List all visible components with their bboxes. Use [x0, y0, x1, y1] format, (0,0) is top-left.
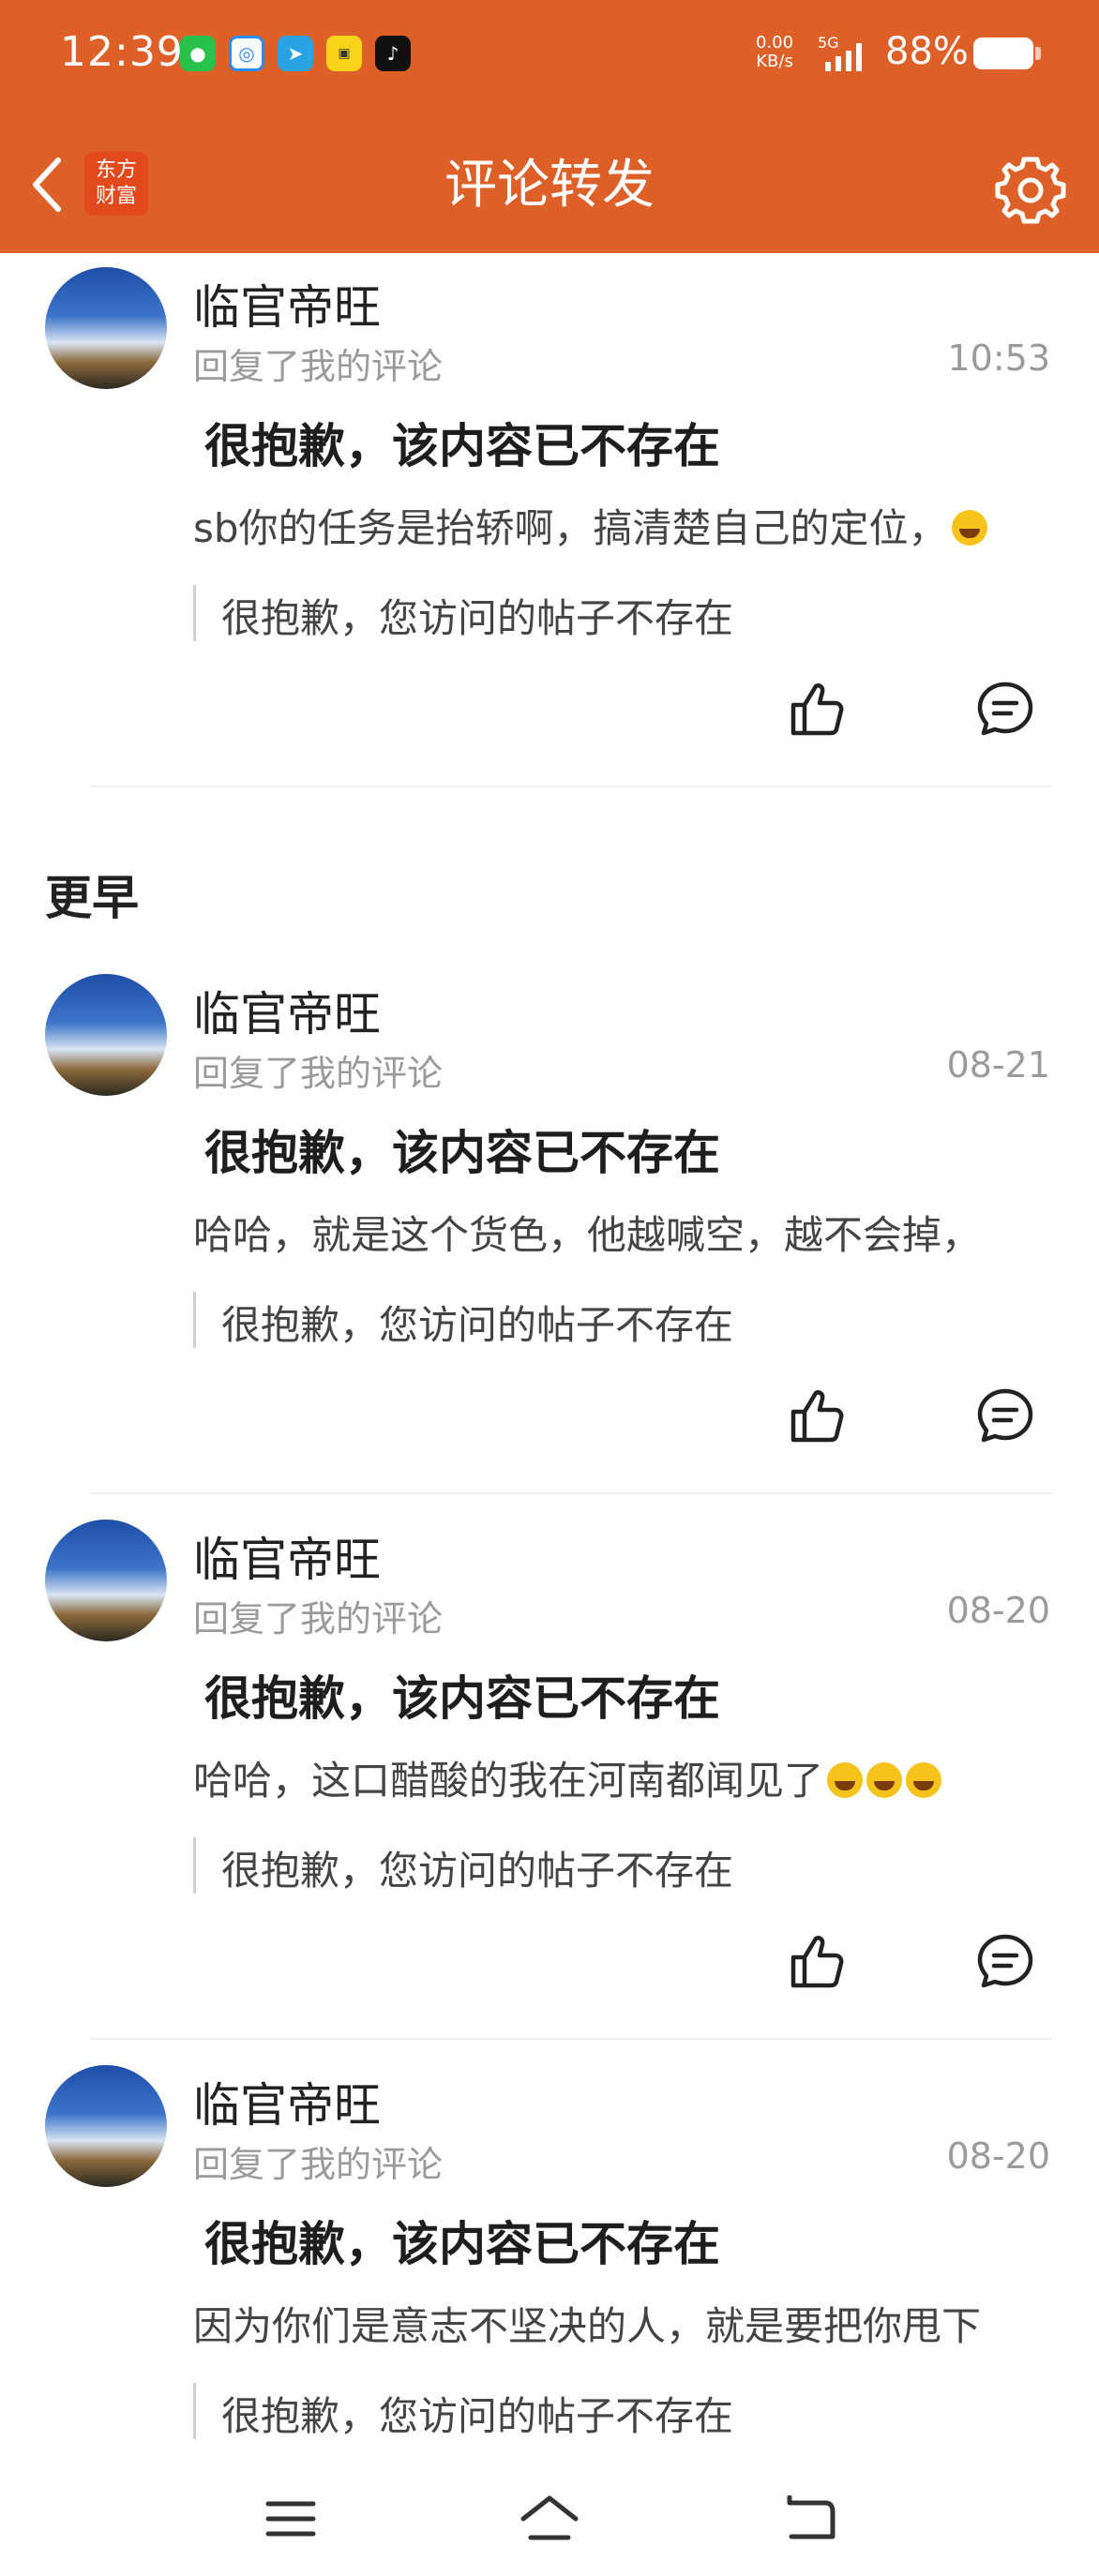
menu-icon — [265, 2501, 316, 2537]
comment-text[interactable]: sb你的任务是抬轿啊，搞清楚自己的定位， — [193, 497, 1056, 554]
like-button[interactable] — [782, 675, 850, 742]
avatar[interactable] — [45, 974, 167, 1096]
qq-browser-icon: ◎ — [229, 36, 264, 71]
thumbs-up-icon — [790, 1936, 844, 1988]
logo-line2: 财富 — [95, 185, 137, 208]
divider — [90, 2038, 1052, 2040]
page-title: 评论转发 — [444, 155, 655, 216]
like-button[interactable] — [782, 1927, 850, 1995]
reply-subtitle: 回复了我的评论 — [193, 346, 444, 387]
content-title[interactable]: 很抱歉，该内容已不存在 — [204, 1661, 720, 1729]
comment-icon — [977, 681, 1033, 736]
laughing-emoji-icon — [906, 1762, 942, 1798]
network-speed: 0.00 KB/s — [756, 34, 793, 71]
reply-subtitle: 回复了我的评论 — [193, 2144, 444, 2185]
quoted-post[interactable]: 很抱歉，您访问的帖子不存在 — [221, 1839, 733, 1896]
comment-body: 哈哈，这口醋酸的我在河南都闻见了 — [193, 1758, 824, 1804]
comment-body: 哈哈，就是这个货色，他越喊空，越不会掉， — [193, 1212, 982, 1258]
comment-icon — [977, 1934, 1033, 1988]
app-header: 12:39 ● ◎ ➤ ▣ ♪ 0.00 KB/s 5G 88% 评论转发 东方… — [0, 0, 1099, 253]
comment-text[interactable]: 因为你们是意志不坚决的人，就是要把你甩下 — [193, 2295, 1056, 2352]
battery-tip — [1035, 47, 1041, 60]
content-title[interactable]: 很抱歉，该内容已不存在 — [204, 409, 720, 476]
tiktok-icon: ♪ — [375, 36, 411, 71]
telegram-icon: ➤ — [278, 36, 313, 71]
quoted-post[interactable]: 很抱歉，您访问的帖子不存在 — [221, 587, 733, 644]
reply-button[interactable] — [971, 1927, 1039, 1995]
quote-bar — [193, 1837, 196, 1894]
comment-text[interactable]: 哈哈，就是这个货色，他越喊空，越不会掉， — [193, 1204, 1056, 1261]
comment-body: 因为你们是意志不坚决的人，就是要把你甩下 — [193, 2303, 982, 2349]
reply-button[interactable] — [971, 675, 1039, 742]
reply-subtitle: 回复了我的评论 — [193, 1598, 444, 1640]
avatar[interactable] — [45, 1520, 167, 1641]
back-button[interactable] — [23, 152, 71, 217]
laughing-emoji-icon — [951, 510, 987, 546]
wechat-icon: ● — [180, 36, 216, 71]
avatar[interactable] — [45, 267, 167, 389]
comment-body: sb你的任务是抬轿啊，搞清楚自己的定位， — [193, 505, 948, 551]
like-button[interactable] — [782, 1382, 850, 1449]
camera-app-icon: ▣ — [326, 36, 362, 71]
system-nav-bar — [0, 2467, 1099, 2576]
timestamp: 08-21 — [946, 1044, 1050, 1086]
chevron-left-icon — [33, 157, 61, 212]
quoted-post[interactable]: 很抱歉，您访问的帖子不存在 — [221, 2385, 733, 2442]
home-icon — [520, 2495, 579, 2540]
thumbs-up-icon — [790, 1390, 844, 1443]
settings-button[interactable] — [990, 150, 1071, 231]
reply-button[interactable] — [971, 1382, 1039, 1449]
notification-item[interactable]: 临官帝旺 回复了我的评论 10:53 很抱歉，该内容已不存在 sb你的任务是抬轿… — [0, 262, 1099, 787]
home-button[interactable] — [512, 2486, 587, 2552]
reply-subtitle: 回复了我的评论 — [193, 1053, 444, 1094]
content-title[interactable]: 很抱歉，该内容已不存在 — [204, 1116, 720, 1183]
timestamp: 08-20 — [946, 1590, 1050, 1631]
avatar[interactable] — [45, 2065, 167, 2187]
notification-item[interactable]: 临官帝旺 回复了我的评论 08-20 很抱歉，该内容已不存在 因为你们是意志不坚… — [0, 2060, 1099, 2464]
username[interactable]: 临官帝旺 — [193, 2068, 381, 2135]
notification-icons: ● ◎ ➤ ▣ ♪ — [180, 36, 411, 71]
battery-icon — [973, 37, 1033, 69]
timestamp: 10:53 — [947, 337, 1050, 379]
back-icon — [787, 2495, 836, 2539]
quote-bar — [193, 585, 196, 641]
timestamp: 08-20 — [946, 2135, 1050, 2177]
thumbs-up-icon — [790, 683, 844, 736]
app-logo: 东方 财富 — [84, 152, 148, 216]
logo-line1: 东方 — [95, 158, 137, 182]
status-time: 12:39 — [60, 28, 184, 76]
notification-item[interactable]: 临官帝旺 回复了我的评论 08-21 很抱歉，该内容已不存在 哈哈，就是这个货色… — [0, 969, 1099, 1494]
back-nav-button[interactable] — [773, 2486, 848, 2552]
laughing-emoji-icon — [827, 1762, 864, 1798]
network-speed-value: 0.00 — [756, 33, 794, 52]
quote-bar — [193, 2383, 196, 2439]
divider — [90, 1492, 1052, 1494]
username[interactable]: 临官帝旺 — [193, 270, 381, 337]
laughing-emoji-icon — [866, 1762, 903, 1798]
username[interactable]: 临官帝旺 — [193, 1522, 381, 1590]
gear-icon — [995, 157, 1066, 224]
divider — [90, 786, 1052, 787]
network-speed-unit: KB/s — [756, 52, 793, 71]
notification-item[interactable]: 临官帝旺 回复了我的评论 08-20 很抱歉，该内容已不存在 哈哈，这口醋酸的我… — [0, 1515, 1099, 2040]
quote-bar — [193, 1292, 196, 1348]
section-title-earlier: 更早 — [45, 871, 139, 925]
menu-button[interactable] — [253, 2486, 328, 2552]
content-title[interactable]: 很抱歉，该内容已不存在 — [204, 2207, 720, 2274]
signal-bars-icon — [825, 41, 862, 71]
username[interactable]: 临官帝旺 — [193, 977, 381, 1044]
quoted-post[interactable]: 很抱歉，您访问的帖子不存在 — [221, 1294, 733, 1351]
comment-icon — [977, 1388, 1033, 1443]
comment-text[interactable]: 哈哈，这口醋酸的我在河南都闻见了 — [193, 1749, 1056, 1806]
battery-percent: 88% — [885, 30, 969, 73]
